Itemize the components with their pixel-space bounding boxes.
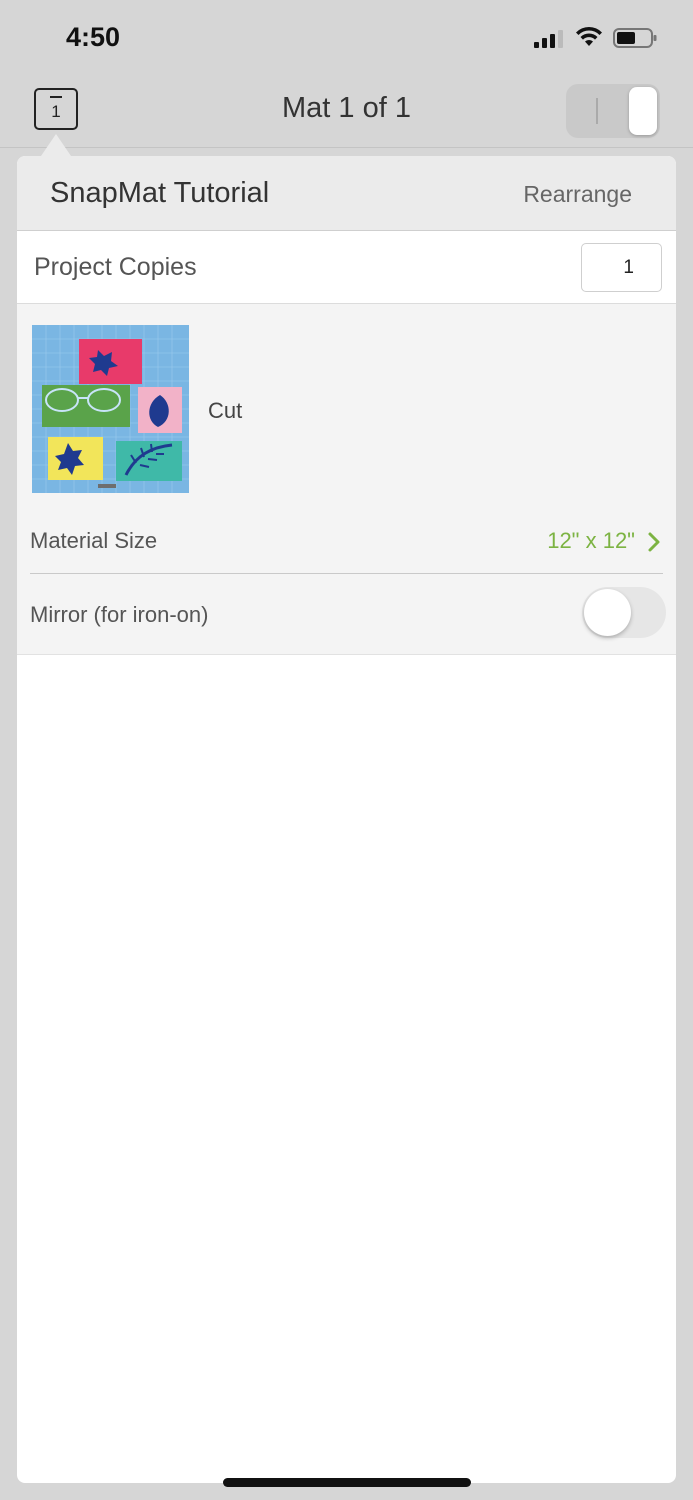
nav-bar: 1 Mat 1 of 1 xyxy=(0,76,693,148)
project-title: SnapMat Tutorial xyxy=(50,177,270,209)
cellular-signal-icon xyxy=(534,30,564,48)
chevron-right-icon[interactable] xyxy=(645,530,663,554)
material-size-row[interactable]: Material Size 12" x 12" xyxy=(30,514,663,574)
mirror-toggle[interactable] xyxy=(582,587,666,638)
mat-operation-label: Cut xyxy=(208,398,243,423)
status-bar: 4:50 xyxy=(0,0,693,76)
project-copies-label: Project Copies xyxy=(34,253,197,281)
view-toggle[interactable] xyxy=(566,84,660,138)
status-time: 4:50 xyxy=(66,22,121,52)
mirror-row: Mirror (for iron-on) xyxy=(30,576,666,651)
popover-header: SnapMat Tutorial Rearrange xyxy=(17,156,676,231)
mat-popover: SnapMat Tutorial Rearrange Project Copie… xyxy=(17,156,676,1483)
toggle-knob xyxy=(629,87,657,135)
rearrange-button[interactable]: Rearrange xyxy=(523,181,632,208)
toggle-divider xyxy=(596,98,598,124)
popover-arrow xyxy=(41,134,71,156)
home-indicator xyxy=(223,1478,471,1487)
material-size-label: Material Size xyxy=(30,528,158,553)
mat-preview-thumbnail[interactable] xyxy=(32,325,189,493)
project-copies-row: Project Copies xyxy=(17,231,676,304)
project-copies-input[interactable] xyxy=(581,243,662,292)
wifi-icon xyxy=(576,26,602,46)
material-size-value[interactable]: 12" x 12" xyxy=(547,528,635,554)
mat-item: Cut Material Size 12" x 12" Mirror (for … xyxy=(17,304,676,655)
mirror-toggle-thumb xyxy=(584,589,631,636)
battery-icon xyxy=(613,28,657,48)
mirror-label: Mirror (for iron-on) xyxy=(30,602,209,627)
